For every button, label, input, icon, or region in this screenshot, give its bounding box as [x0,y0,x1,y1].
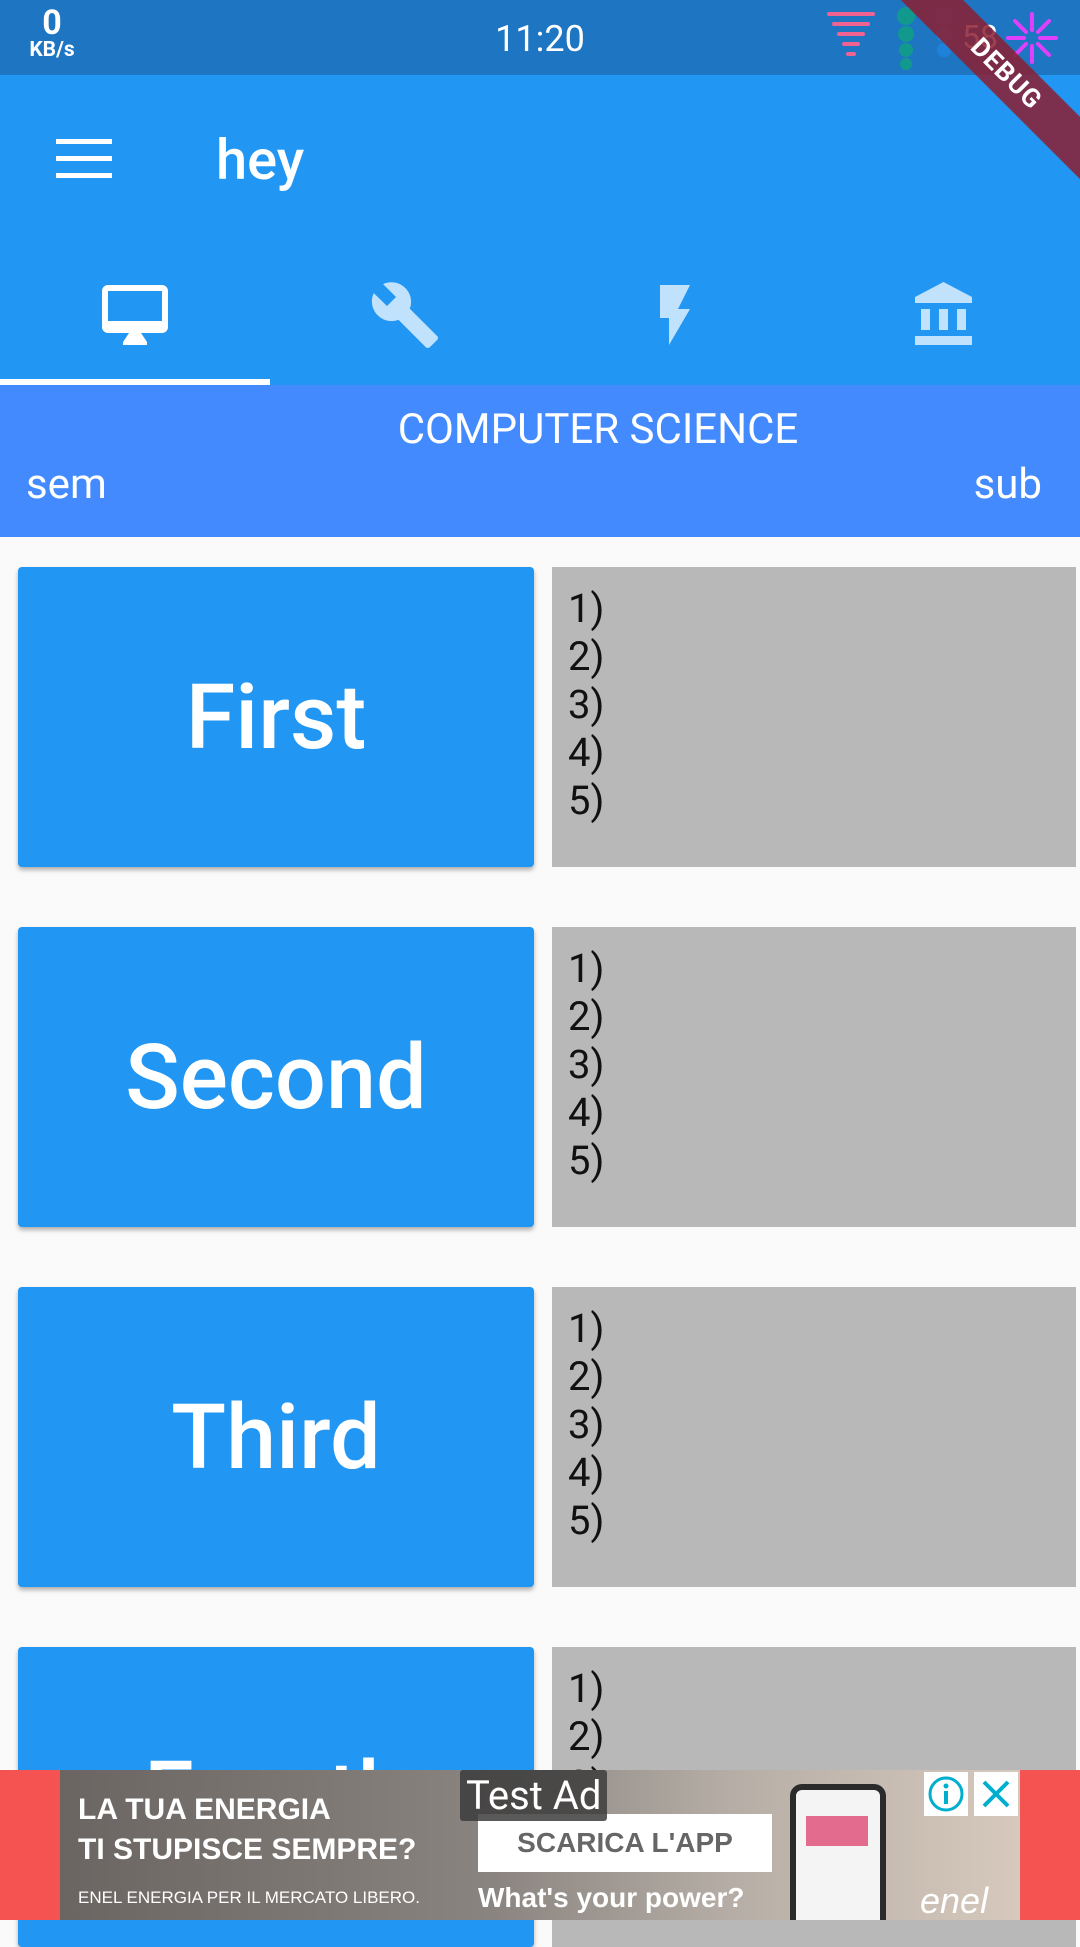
semester-row: Second 1) 2) 3) 4) 5) [0,927,1080,1227]
subject-item[interactable]: 2) [568,633,1076,681]
subject-list: 1) 2) 3) 4) 5) [552,567,1076,867]
ad-headline: LA TUA ENERGIA TI STUPISCE SEMPRE? [78,1790,416,1870]
ad-headline-line: LA TUA ENERGIA [78,1793,331,1826]
subject-item[interactable]: 4) [568,1089,1076,1137]
subject-item[interactable]: 5) [568,1137,1076,1185]
app-title: hey [216,127,305,193]
semester-button-third[interactable]: Third [18,1287,534,1587]
category-header: COMPUTER SCIENCE sem sub [0,385,1080,537]
ad-info-icon[interactable] [924,1772,968,1816]
hamburger-menu-icon[interactable] [56,139,112,179]
ad-headline-line: TI STUPISCE SEMPRE? [78,1833,417,1866]
subject-list: 1) 2) 3) 4) 5) [552,927,1076,1227]
semester-row: First 1) 2) 3) 4) 5) [0,567,1080,867]
desktop-monitor-icon [102,285,168,345]
lightning-bolt-icon [660,285,690,345]
subject-item[interactable]: 1) [568,1665,1076,1713]
ad-slogan: What's your power? [478,1882,745,1913]
ad-phone-image [790,1784,886,1920]
subject-item[interactable]: 3) [568,1401,1076,1449]
semester-button-second[interactable]: Second [18,927,534,1227]
ad-fine-print: ENEL ENERGIA PER IL MERCATO LIBERO. [78,1888,420,1907]
app-bar: hey [0,75,1080,385]
subject-item[interactable]: 3) [568,1041,1076,1089]
tab-civil[interactable] [810,265,1080,385]
tab-bar [0,265,1080,385]
subject-list: 1) 2) 3) 4) 5) [552,1287,1076,1587]
subject-column-label: sub [973,460,1042,509]
subject-item[interactable]: 5) [568,1497,1076,1545]
semester-row: Third 1) 2) 3) 4) 5) [0,1287,1080,1587]
subject-item[interactable]: 4) [568,729,1076,777]
subject-item[interactable]: 2) [568,1713,1076,1761]
subject-item[interactable]: 2) [568,1353,1076,1401]
test-ad-label: Test Ad [460,1770,608,1821]
subject-item[interactable]: 5) [568,777,1076,825]
semester-button-first[interactable]: First [18,567,534,867]
signal-funnel-icon [827,12,875,56]
subject-item[interactable]: 1) [568,945,1076,993]
subject-item[interactable]: 4) [568,1449,1076,1497]
subject-item[interactable]: 1) [568,585,1076,633]
ad-cta-button[interactable]: SCARICA L'APP [478,1814,772,1872]
category-title: COMPUTER SCIENCE [397,405,799,454]
institution-building-icon [915,282,972,345]
semester-column-label: sem [26,460,107,509]
subject-item[interactable]: 1) [568,1305,1076,1353]
tab-mechanical[interactable] [270,265,540,385]
ad-close-icon[interactable] [974,1772,1018,1816]
subject-item[interactable]: 3) [568,681,1076,729]
subject-item[interactable]: 2) [568,993,1076,1041]
wrench-icon [371,282,438,348]
ad-brand-logo: enel [920,1880,989,1920]
tab-computer[interactable] [0,265,270,385]
tab-electrical[interactable] [540,265,810,385]
